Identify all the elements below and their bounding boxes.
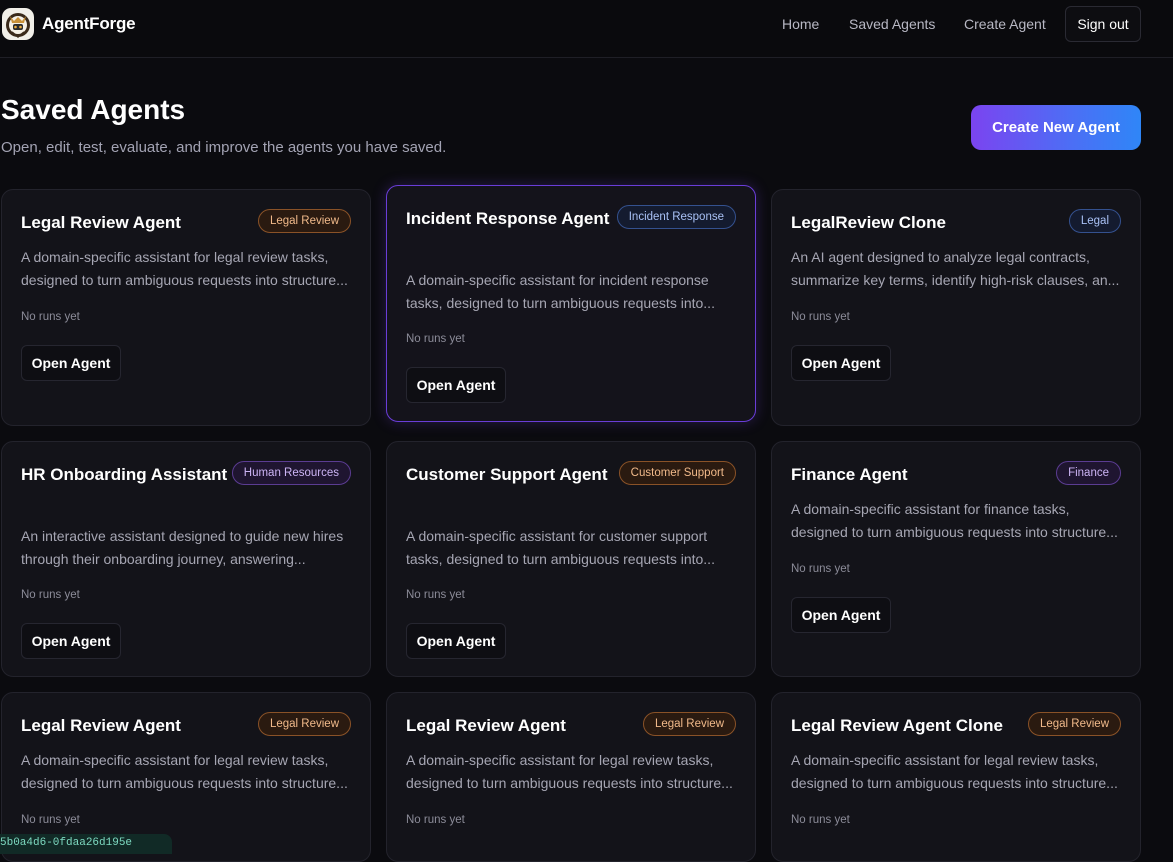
create-new-agent-button[interactable]: Create New Agent <box>971 105 1141 150</box>
page-subtitle: Open, edit, test, evaluate, and improve … <box>1 139 447 156</box>
runs-status: No runs yet <box>791 814 850 826</box>
page-title: Saved Agents <box>1 94 186 125</box>
open-agent-button[interactable]: Open Agent <box>21 345 121 381</box>
agent-card-title: Legal Review Agent <box>406 716 566 735</box>
agent-card-title: Incident Response Agent <box>406 209 610 228</box>
agent-card-description: A domain-specific assistant for customer… <box>406 525 742 571</box>
agent-category-badge: Customer Support <box>618 461 736 485</box>
agent-card-title: Customer Support Agent <box>406 465 608 484</box>
runs-status: No runs yet <box>791 311 850 323</box>
agent-card: Incident Response Agent Incident Respons… <box>386 185 756 422</box>
agent-card-description: A domain-specific assistant for legal re… <box>406 749 742 795</box>
agent-card-title: LegalReview Clone <box>791 213 946 232</box>
description-line: A domain-specific assistant for legal re… <box>21 249 329 265</box>
description-line: A domain-specific assistant for customer… <box>406 528 708 544</box>
agent-category-badge: Legal Review <box>257 712 351 736</box>
agent-category-badge: Legal Review <box>257 209 351 233</box>
description-line: designed to turn ambiguous requests into… <box>21 775 348 791</box>
agent-category-badge: Legal Review <box>642 712 736 736</box>
agent-category-badge: Human Resources <box>231 461 351 485</box>
runs-status: No runs yet <box>21 589 80 601</box>
agent-category-badge: Incident Response <box>616 205 736 229</box>
sign-out-button[interactable]: Sign out <box>1065 6 1141 42</box>
description-line: A domain-specific assistant for incident… <box>406 272 709 288</box>
agent-card: LegalReview Clone Legal An AI agent desi… <box>771 189 1141 426</box>
brand-name[interactable]: AgentForge <box>42 14 136 34</box>
runs-status: No runs yet <box>406 333 465 345</box>
description-line: designed to turn ambiguous requests into… <box>791 524 1118 540</box>
description-line: through their onboarding journey, answer… <box>21 551 306 567</box>
agent-card-title: HR Onboarding Assistant <box>21 465 228 484</box>
agent-card-title: Legal Review Agent <box>21 716 181 735</box>
runs-status: No runs yet <box>21 311 80 323</box>
agent-card-title: Legal Review Agent Clone <box>791 716 1003 735</box>
description-line: designed to turn ambiguous requests into… <box>791 775 1118 791</box>
agent-card-description: A domain-specific assistant for legal re… <box>21 246 357 292</box>
open-agent-button[interactable]: Open Agent <box>406 367 506 403</box>
agent-card-description: A domain-specific assistant for finance … <box>791 498 1127 544</box>
description-line: A domain-specific assistant for legal re… <box>791 752 1099 768</box>
session-id-pill: 5b0a4d6-0fdaa26d195e <box>0 834 172 854</box>
top-navbar: AgentForge Home Saved Agents Create Agen… <box>0 0 1173 58</box>
agent-card-description: An interactive assistant designed to gui… <box>21 525 357 571</box>
description-line: An interactive assistant designed to gui… <box>21 528 344 544</box>
agent-category-badge: Legal Review <box>1027 712 1121 736</box>
agent-card: Customer Support Agent Customer Support … <box>386 441 756 677</box>
agent-card-description: A domain-specific assistant for incident… <box>406 269 742 315</box>
open-agent-button[interactable]: Open Agent <box>791 597 891 633</box>
runs-status: No runs yet <box>406 814 465 826</box>
agent-card-title: Finance Agent <box>791 465 908 484</box>
agent-card-description: A domain-specific assistant for legal re… <box>21 749 357 795</box>
description-line: An AI agent designed to analyze legal co… <box>791 249 1090 265</box>
description-line: A domain-specific assistant for finance … <box>791 501 1070 517</box>
runs-status: No runs yet <box>21 814 80 826</box>
description-line: A domain-specific assistant for legal re… <box>406 752 714 768</box>
agent-card: Legal Review Agent Legal Review A domain… <box>1 189 371 426</box>
agent-card: Legal Review Agent Clone Legal Review A … <box>771 692 1141 862</box>
description-line: tasks, designed to turn ambiguous reques… <box>406 551 715 567</box>
agent-card: Legal Review Agent Legal Review A domain… <box>386 692 756 862</box>
description-line: tasks, designed to turn ambiguous reques… <box>406 295 715 311</box>
description-line: designed to turn ambiguous requests into… <box>406 775 733 791</box>
description-line: A domain-specific assistant for legal re… <box>21 752 329 768</box>
runs-status: No runs yet <box>791 563 850 575</box>
nav-create-agent[interactable]: Create Agent <box>964 16 1046 32</box>
open-agent-button[interactable]: Open Agent <box>791 345 891 381</box>
open-agent-button[interactable]: Open Agent <box>406 623 506 659</box>
robot-logo-icon[interactable] <box>2 8 34 40</box>
agent-category-badge: Finance <box>1056 461 1121 485</box>
open-agent-button[interactable]: Open Agent <box>21 623 121 659</box>
description-line: summarize key terms, identify high-risk … <box>791 272 1120 288</box>
description-line: designed to turn ambiguous requests into… <box>21 272 348 288</box>
runs-status: No runs yet <box>406 589 465 601</box>
agent-card-description: An AI agent designed to analyze legal co… <box>791 246 1127 292</box>
nav-saved-agents[interactable]: Saved Agents <box>849 16 935 32</box>
agent-card: HR Onboarding Assistant Human Resources … <box>1 441 371 677</box>
agent-card: Finance Agent Finance A domain-specific … <box>771 441 1141 677</box>
agent-category-badge: Legal <box>1068 209 1121 233</box>
nav-home[interactable]: Home <box>782 16 819 32</box>
agent-card-description: A domain-specific assistant for legal re… <box>791 749 1127 795</box>
agent-card-title: Legal Review Agent <box>21 213 181 232</box>
